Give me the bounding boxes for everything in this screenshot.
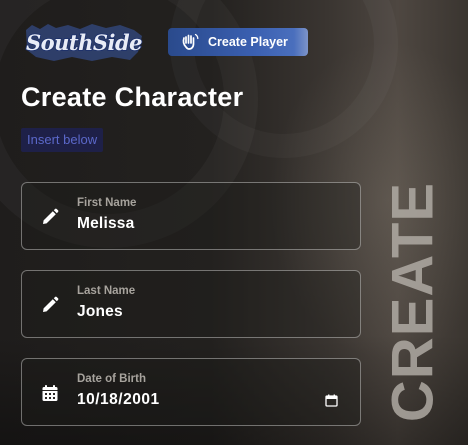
date-of-birth-field[interactable]: Date of Birth 10/18/2001: [21, 358, 361, 426]
calendar-picker-icon[interactable]: [324, 393, 338, 407]
calendar-icon: [40, 383, 60, 403]
pencil-icon: [40, 207, 60, 227]
character-creation-screen: SouthSide Create Player Create Character…: [0, 0, 468, 445]
last-name-field[interactable]: Last Name Jones: [21, 270, 361, 338]
first-name-field[interactable]: First Name Melissa: [21, 182, 361, 250]
last-name-input[interactable]: Jones: [77, 303, 123, 321]
date-of-birth-input[interactable]: 10/18/2001: [77, 391, 160, 409]
page-title: Create Character: [21, 82, 244, 112]
logo-text: SouthSide: [26, 30, 142, 55]
create-player-button[interactable]: Create Player: [168, 28, 308, 56]
create-player-label: Create Player: [208, 35, 288, 49]
subtitle-chip: Insert below: [21, 128, 104, 152]
side-create-text: CREATE: [380, 181, 446, 423]
first-name-input[interactable]: Melissa: [77, 215, 134, 233]
hand-wave-icon: [180, 32, 200, 52]
last-name-label: Last Name: [77, 285, 136, 297]
southside-logo: SouthSide: [22, 22, 146, 64]
date-of-birth-label: Date of Birth: [77, 373, 146, 385]
first-name-label: First Name: [77, 197, 137, 209]
pencil-icon: [40, 295, 60, 315]
